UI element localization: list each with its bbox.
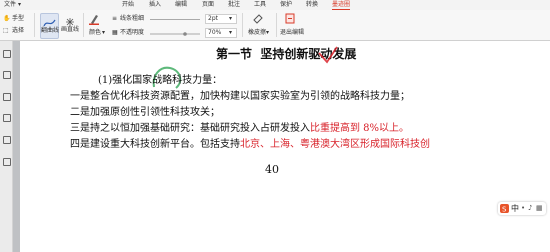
line-4-highlight: 比重提高到 8%以上。	[310, 123, 410, 134]
freehand-tool-label: 翻曲线	[41, 27, 60, 34]
freehand-tool-button[interactable]: 翻曲线	[40, 13, 59, 39]
menu-protect[interactable]: 保护	[280, 0, 292, 10]
page-number: 40	[265, 163, 279, 176]
attachment-icon[interactable]	[3, 114, 11, 122]
line-4-text: 三是持之以恒加强基础研究：基础研究投入占研发投入	[70, 123, 310, 134]
line-tool-label: 画直线	[61, 26, 80, 33]
ime-toolbar[interactable]: S 中 • ♪ ▦	[498, 202, 546, 215]
line-5-highlight: 北京、上海、粤港澳大湾区形成国际科技创	[240, 139, 430, 150]
line-tool-button[interactable]: 画直线	[61, 13, 79, 37]
opacity-chevron-icon: ▾	[229, 29, 233, 36]
outline-line-4: 三是持之以恒加强基础研究：基础研究投入占研发投入比重提高到 8%以上。	[70, 119, 409, 134]
heading-prefix: 第一节	[216, 47, 253, 61]
outline-line-3: 二是加强原创性引领性科技攻关；	[70, 107, 220, 118]
line-weight-label: 线条粗细	[120, 15, 145, 22]
opacity-slider[interactable]	[150, 32, 200, 36]
menu-comment[interactable]: 批注	[228, 0, 240, 10]
ribbon-toolbar: ✋ 手型 ⬚ 选择 翻曲线 画直线 颜色 ▾ ≡ 线条粗细 ▦ 不透明度 2pt…	[0, 10, 550, 41]
exit-edit-icon[interactable]	[285, 13, 295, 24]
line-weight-select[interactable]: 2pt ▾	[205, 14, 237, 24]
pen-color-icon[interactable]	[89, 13, 99, 25]
ime-mode-label[interactable]: 中	[511, 202, 519, 215]
color-chevron-icon[interactable]: ▾	[102, 29, 105, 37]
microphone-icon[interactable]: ♪	[528, 202, 532, 215]
outline-line-2: 一是整合优化科技资源配置，加快构建以国家实验室为引领的战略科技力量；	[70, 91, 410, 102]
opacity-value: 70%	[208, 29, 222, 36]
eraser-label[interactable]: 橡皮擦	[248, 29, 266, 37]
menu-page[interactable]: 页面	[202, 0, 214, 10]
layers-icon[interactable]	[3, 158, 11, 166]
line-5-text: 四是建设重大科技创新平台。包括支持	[70, 139, 240, 150]
menu-chevron-icon[interactable]: ▾	[18, 0, 21, 10]
menu-file[interactable]: 文件	[4, 0, 16, 10]
line-weight-value: 2pt	[208, 15, 218, 22]
svg-text:S: S	[502, 206, 507, 214]
opacity-select[interactable]: 70% ▾	[205, 28, 237, 38]
line-weight-icon: ≡	[112, 15, 118, 22]
exit-edit-label[interactable]: 退出编辑	[280, 29, 304, 37]
ime-punct-icon[interactable]: •	[521, 202, 525, 215]
select-tool-label[interactable]: 选择	[12, 27, 24, 35]
menu-convert[interactable]: 转换	[306, 0, 318, 10]
menu-start[interactable]: 开始	[122, 0, 134, 10]
opacity-icon: ▦	[112, 29, 118, 36]
ime-menu-icon[interactable]: ▦	[536, 202, 543, 215]
document-page: 第一节 坚持创新驱动发展 (1)强化国家战略科技力量： 一是整合优化科技资源配置…	[20, 41, 550, 252]
color-label[interactable]: 颜色	[89, 29, 101, 37]
hand-tool-label[interactable]: 手型	[12, 15, 24, 23]
outline-line-5: 四是建设重大科技创新平台。包括支持北京、上海、粤港澳大湾区形成国际科技创	[70, 135, 430, 150]
select-icon[interactable]: ⬚	[3, 27, 9, 35]
line-weight-chevron-icon: ▾	[229, 15, 233, 22]
ink-checkmark	[318, 46, 338, 64]
eraser-chevron-icon[interactable]: ▾	[266, 29, 269, 37]
side-panel-bar	[0, 41, 13, 252]
menu-insert[interactable]: 插入	[149, 0, 161, 10]
menu-edit[interactable]: 编辑	[175, 0, 187, 10]
line-weight-slider[interactable]	[150, 18, 200, 21]
bookmark-icon[interactable]	[3, 71, 11, 79]
thumbnail-icon[interactable]	[3, 50, 11, 58]
sogou-logo-icon: S	[500, 204, 509, 213]
outline-line-1: (1)强化国家战略科技力量：	[98, 75, 223, 86]
menu-tools[interactable]: 工具	[254, 0, 266, 10]
opacity-label: 不透明度	[120, 29, 145, 36]
search-panel-icon[interactable]	[3, 136, 11, 144]
menu-ink[interactable]: 墨迹圈	[332, 0, 351, 10]
heading-main: 坚持创新驱动发展	[260, 47, 357, 61]
eraser-icon[interactable]	[252, 13, 264, 24]
hand-icon[interactable]: ✋	[3, 15, 10, 23]
comment-icon[interactable]	[3, 93, 11, 101]
